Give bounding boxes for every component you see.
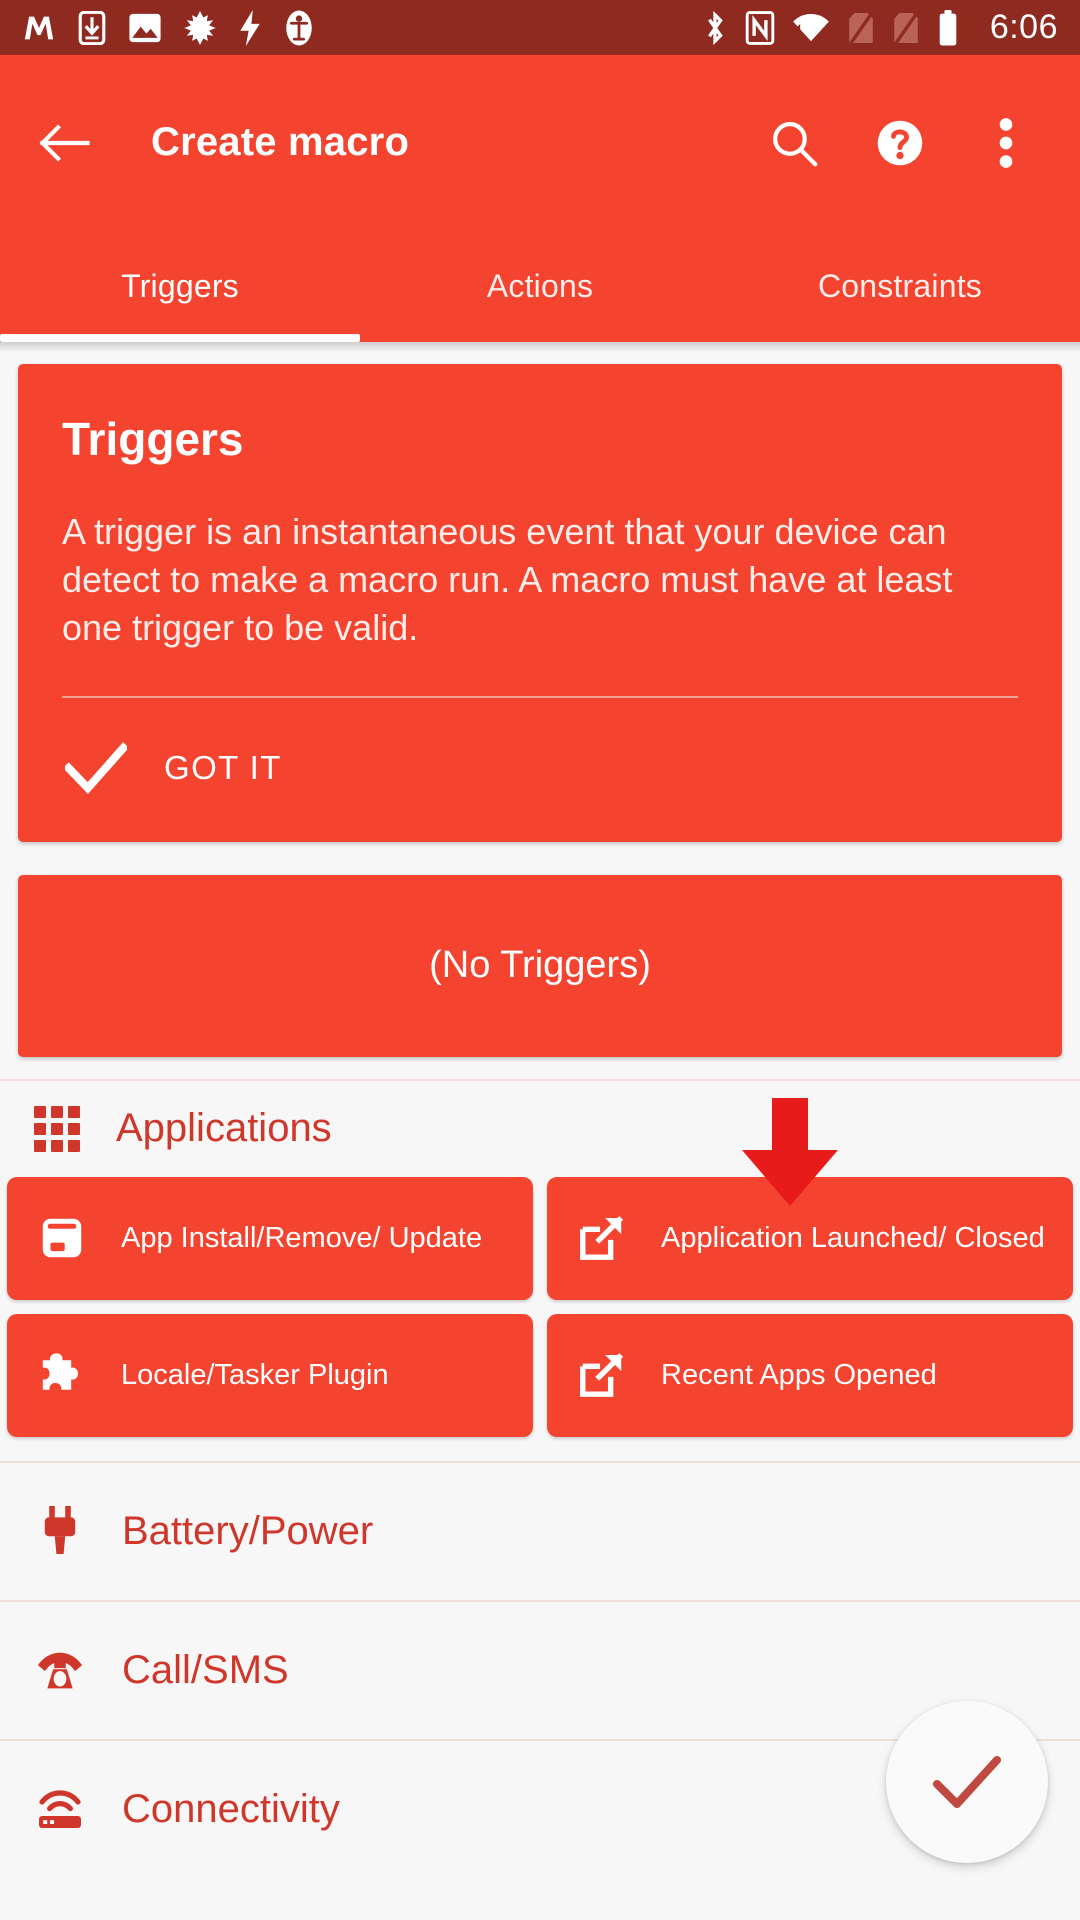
tab-triggers-label: Triggers xyxy=(121,267,239,304)
category-label: Connectivity xyxy=(122,1786,340,1831)
category-label: Call/SMS xyxy=(122,1647,289,1692)
chip-label: Recent Apps Opened xyxy=(661,1358,937,1391)
app-bar-shadow xyxy=(0,342,1080,352)
info-card-body: A trigger is an instantaneous event that… xyxy=(62,511,953,648)
status-bar-right-icons: 6:06 xyxy=(702,8,1058,47)
app-screen: 6:06 Create macro Triggers Actions Const… xyxy=(0,0,1080,1920)
power-plug-icon xyxy=(34,1505,86,1557)
page-title: Create macro xyxy=(151,120,410,164)
app-bar: Create macro xyxy=(0,55,1080,230)
tab-constraints-label: Constraints xyxy=(817,267,983,304)
battery-icon xyxy=(937,9,959,46)
help-circle-icon xyxy=(877,120,923,165)
flash-icon xyxy=(238,9,262,46)
app-bar-actions xyxy=(766,115,1034,171)
applications-section-header[interactable]: Applications xyxy=(0,1081,1080,1177)
overflow-menu-icon xyxy=(999,117,1013,168)
applications-section-title: Applications xyxy=(116,1106,332,1151)
search-icon xyxy=(773,121,818,166)
status-bar-clock: 6:06 xyxy=(989,8,1058,46)
leaf-icon xyxy=(184,10,216,45)
chip-label: Application Launched/ Closed xyxy=(661,1221,1045,1254)
tab-actions-label: Actions xyxy=(486,267,594,304)
main-content: Triggers A trigger is an instantaneous e… xyxy=(0,364,1080,1878)
applications-trigger-grid: App Install/Remove/ Update Application L… xyxy=(0,1176,1080,1461)
chip-label: App Install/Remove/ Update xyxy=(121,1221,483,1254)
image-icon xyxy=(128,12,162,44)
tab-constraints[interactable]: Constraints xyxy=(720,230,1080,342)
rotary-phone-icon xyxy=(34,1644,86,1696)
help-button[interactable] xyxy=(872,115,928,171)
back-button[interactable] xyxy=(34,112,96,174)
chip-label: Locale/Tasker Plugin xyxy=(121,1358,389,1391)
bluetooth-icon xyxy=(702,10,728,46)
category-battery-power[interactable]: Battery/Power xyxy=(0,1463,1080,1600)
download-to-device-icon xyxy=(78,10,106,45)
tab-bar: Triggers Actions Constraints xyxy=(0,230,1080,342)
chip-row: Locale/Tasker Plugin Recent Apps Opened xyxy=(0,1313,1080,1437)
back-arrow-icon xyxy=(39,123,90,162)
status-bar: 6:06 xyxy=(0,0,1080,55)
trigger-recent-apps-opened[interactable]: Recent Apps Opened xyxy=(547,1313,1073,1437)
check-icon xyxy=(933,1756,1001,1808)
check-icon xyxy=(62,734,130,802)
wifi-icon xyxy=(792,13,830,43)
status-bar-left-icons xyxy=(22,9,702,46)
sim-1-off-icon xyxy=(847,11,875,45)
chip-row: App Install/Remove/ Update Application L… xyxy=(0,1176,1080,1300)
overflow-menu-button[interactable] xyxy=(978,115,1034,171)
accessibility-icon xyxy=(284,10,314,46)
category-label: Battery/Power xyxy=(122,1508,374,1553)
apps-grid-icon xyxy=(34,1105,80,1152)
trigger-app-install-remove-update[interactable]: App Install/Remove/ Update xyxy=(7,1176,533,1300)
sim-2-off-icon xyxy=(892,11,920,45)
confirm-fab[interactable] xyxy=(886,1701,1048,1863)
open-in-new-icon xyxy=(573,1346,631,1404)
nfc-icon xyxy=(745,10,775,45)
wifi-router-icon xyxy=(34,1783,86,1835)
search-button[interactable] xyxy=(766,115,822,171)
info-card-title: Triggers xyxy=(62,413,244,465)
tab-actions[interactable]: Actions xyxy=(360,230,720,342)
no-triggers-button[interactable]: (No Triggers) xyxy=(18,874,1062,1057)
open-in-new-icon xyxy=(573,1209,631,1267)
got-it-label: GOT IT xyxy=(164,748,282,786)
no-triggers-label: (No Triggers) xyxy=(429,944,651,987)
mastodon-icon xyxy=(22,11,56,45)
info-card-divider xyxy=(62,695,1018,698)
tab-triggers[interactable]: Triggers xyxy=(0,230,360,342)
puzzle-piece-icon xyxy=(33,1346,91,1404)
triggers-info-card: Triggers A trigger is an instantaneous e… xyxy=(18,364,1062,842)
got-it-button[interactable]: GOT IT xyxy=(62,734,1018,802)
trigger-locale-tasker-plugin[interactable]: Locale/Tasker Plugin xyxy=(7,1313,533,1437)
trigger-application-launched-closed[interactable]: Application Launched/ Closed xyxy=(547,1176,1073,1300)
package-box-icon xyxy=(33,1209,91,1267)
tab-selection-indicator xyxy=(0,334,360,342)
